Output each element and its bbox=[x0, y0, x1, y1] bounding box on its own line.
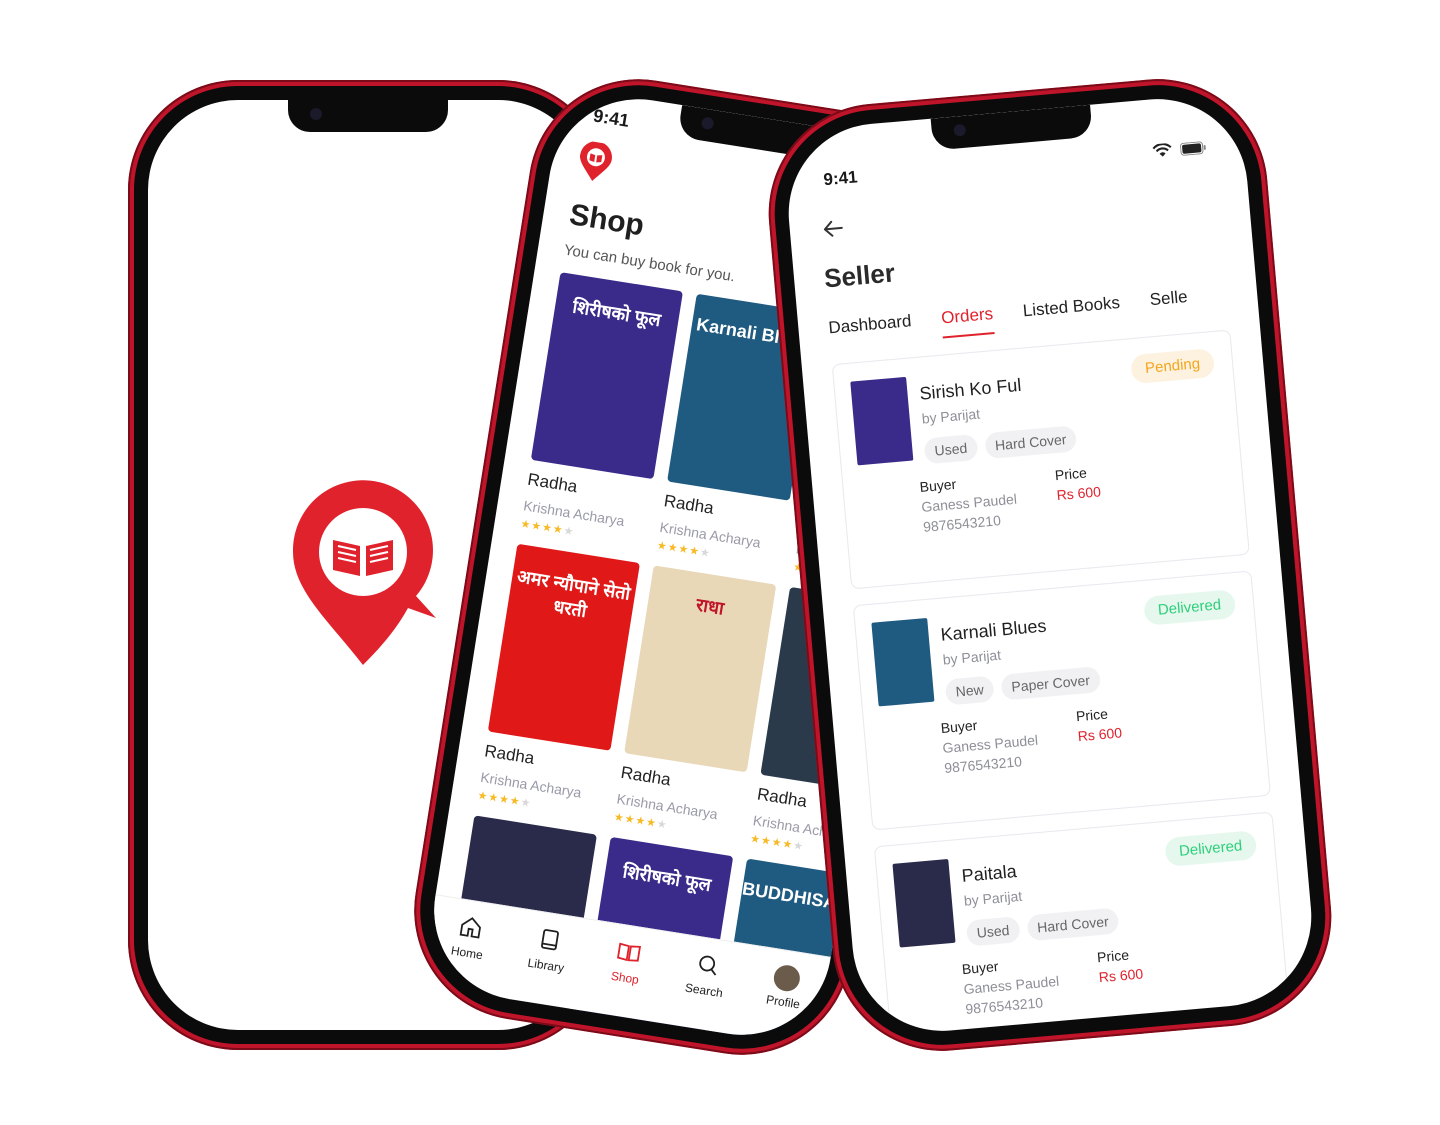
tab-selle[interactable]: Selle bbox=[1149, 287, 1189, 320]
status-time: 9:41 bbox=[822, 167, 859, 190]
book-card[interactable]: शिरीषको फूल Radha Krishna Acharya ★★★★★ bbox=[520, 272, 684, 549]
cover-text: शिरीषको फूल bbox=[571, 296, 663, 331]
buyer-block: Buyer Ganess Paudel 9876543210 bbox=[919, 471, 1019, 535]
buyer-phone: 9876543210 bbox=[943, 753, 1023, 776]
nav-label: Shop bbox=[609, 968, 640, 987]
price-label: Price bbox=[1075, 705, 1109, 725]
camera-icon bbox=[310, 108, 322, 120]
notch bbox=[930, 104, 1093, 151]
condition-chip: Paper Cover bbox=[1000, 666, 1101, 701]
book-card[interactable]: अमर न्यौपाने सेतो धरती Radha Krishna Achar… bbox=[477, 543, 640, 821]
phone-bezel: 9:41 Seller Dashboard Orders Listed Books S… bbox=[766, 76, 1334, 1054]
book-cover[interactable]: राधा bbox=[624, 565, 777, 773]
price-block: Price Rs 600 bbox=[1075, 704, 1124, 764]
order-card[interactable]: Delivered Paitala by Parijat Used Hard Cover… bbox=[873, 811, 1293, 1039]
tab-dashboard[interactable]: Dashboard bbox=[828, 311, 913, 348]
price-value: Rs 600 bbox=[1077, 724, 1123, 745]
order-card[interactable]: Pending Sirish Ko Ful by Parijat Used Hard C… bbox=[831, 329, 1250, 590]
nav-search[interactable]: Search bbox=[671, 948, 741, 1002]
status-bar: 9:41 bbox=[815, 136, 1215, 191]
book-cover bbox=[892, 858, 956, 948]
price-value: Rs 600 bbox=[1098, 965, 1144, 986]
page-title: Seller bbox=[822, 257, 897, 294]
star-icon: ★ bbox=[519, 796, 533, 811]
back-arrow-icon[interactable] bbox=[819, 215, 847, 243]
tab-listed-books[interactable]: Listed Books bbox=[1022, 293, 1122, 331]
price-block: Price Rs 600 bbox=[1054, 463, 1103, 523]
star-icon: ★ bbox=[562, 524, 576, 539]
buyer-phone: 9876543210 bbox=[922, 512, 1002, 535]
order-details: Buyer Ganess Paudel 9876543210 Price Rs 600 bbox=[901, 935, 1270, 1023]
app-logo-icon bbox=[292, 480, 436, 665]
order-list: Pending Sirish Ko Ful by Parijat Used Hard C… bbox=[831, 329, 1293, 1039]
condition-chip: Hard Cover bbox=[983, 425, 1078, 460]
star-icon: ★ bbox=[655, 818, 669, 832]
nav-shop[interactable]: Shop bbox=[592, 935, 662, 989]
app-logo-icon bbox=[580, 141, 612, 181]
notch bbox=[288, 100, 448, 132]
nav-label: Search bbox=[684, 980, 724, 1001]
search-icon bbox=[693, 951, 722, 985]
star-icon: ★ bbox=[698, 546, 712, 560]
nav-label: Profile bbox=[765, 992, 801, 1012]
order-details: Buyer Ganess Paudel 9876543210 Price Rs 600 bbox=[880, 693, 1249, 781]
library-icon bbox=[535, 926, 564, 960]
book-cover bbox=[850, 376, 914, 466]
seller-phone: 9:41 Seller Dashboard Orders Listed Books S… bbox=[759, 70, 1341, 1060]
price-block: Price Rs 600 bbox=[1096, 946, 1145, 1006]
battery-icon bbox=[1179, 140, 1206, 156]
price-label: Price bbox=[1054, 464, 1088, 484]
status-icons bbox=[1152, 140, 1207, 159]
condition-chip: Used bbox=[965, 916, 1021, 947]
condition-chip: Used bbox=[923, 433, 979, 465]
nav-home[interactable]: Home bbox=[434, 910, 504, 964]
seller-screen: 9:41 Seller Dashboard Orders Listed Books S… bbox=[781, 91, 1319, 1039]
nav-label: Library bbox=[526, 955, 566, 976]
cover-text: शिरीषको फूल bbox=[621, 861, 713, 896]
status-time: 9:41 bbox=[591, 105, 631, 131]
cover-text: राधा bbox=[694, 594, 726, 619]
nav-profile[interactable]: Profile bbox=[750, 960, 820, 1013]
buyer-block: Buyer Ganess Paudel 9876543210 bbox=[961, 953, 1061, 1017]
tab-orders[interactable]: Orders bbox=[940, 304, 995, 339]
order-card[interactable]: Delivered Karnali Blues by Parijat New Paper… bbox=[852, 570, 1271, 831]
condition-chip: New bbox=[944, 675, 995, 706]
mockup-stage: 9:41 Shop You can buy book for you. शिरी… bbox=[0, 0, 1440, 1125]
home-icon bbox=[456, 913, 485, 947]
star-icon: ★ bbox=[792, 839, 805, 854]
shop-book-icon bbox=[614, 938, 643, 972]
condition-chip: Hard Cover bbox=[1026, 907, 1120, 942]
order-details: Buyer Ganess Paudel 9876543210 Price Rs 600 bbox=[859, 452, 1228, 540]
book-cover[interactable]: शिरीषको फूल bbox=[530, 272, 684, 480]
cover-text: अमर न्यौपाने सेतो धरती bbox=[515, 566, 632, 622]
camera-icon bbox=[953, 123, 967, 137]
wifi-icon bbox=[1152, 143, 1172, 157]
book-card[interactable]: राधा Radha Krishna Acharya ★★★★★ bbox=[613, 565, 777, 842]
price-label: Price bbox=[1096, 946, 1130, 966]
buyer-phone: 9876543210 bbox=[964, 994, 1044, 1018]
camera-icon bbox=[700, 116, 715, 131]
profile-avatar bbox=[771, 963, 802, 994]
price-value: Rs 600 bbox=[1055, 483, 1102, 504]
buyer-block: Buyer Ganess Paudel 9876543210 bbox=[940, 712, 1040, 776]
nav-library[interactable]: Library bbox=[513, 923, 583, 977]
book-cover bbox=[871, 617, 935, 707]
book-cover[interactable]: अमर न्यौपाने सेतो धरती bbox=[487, 543, 640, 751]
